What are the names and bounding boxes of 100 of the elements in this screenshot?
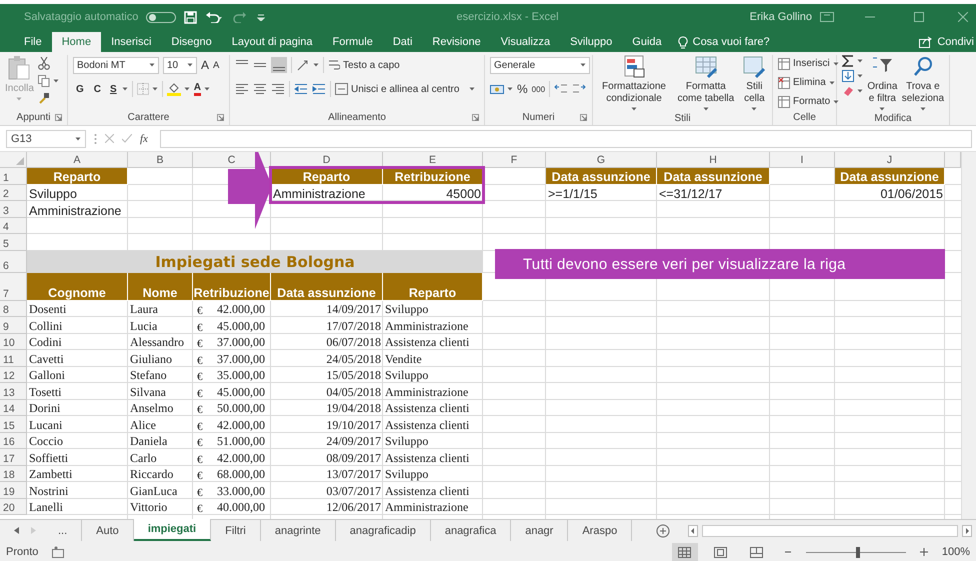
decrease-decimal-icon[interactable] [572, 83, 586, 95]
underline-button[interactable]: S [108, 84, 119, 94]
ribbon-tab[interactable]: Disegno [161, 32, 222, 52]
ribbon-tab[interactable]: Sviluppo [560, 32, 622, 52]
ribbon-button[interactable]: Elimina [778, 74, 840, 91]
table-cell[interactable]: Laura [128, 300, 193, 317]
eraser-icon[interactable] [842, 85, 854, 97]
table-cell[interactable]: Amministrazione [383, 498, 483, 515]
caret-icon[interactable] [75, 136, 81, 140]
table-cell[interactable]: Dorini [27, 400, 128, 416]
table-cell[interactable]: Stefano [128, 366, 193, 383]
user-name[interactable]: Erika Gollino [750, 11, 812, 23]
table-cell[interactable]: 04/05/2018 [271, 383, 383, 400]
table-cell[interactable]: Zambetti [27, 466, 128, 482]
wrap-text-button[interactable]: Testo a capo [328, 59, 400, 71]
table-cell[interactable]: 24/09/2017 [271, 432, 383, 449]
table-cell[interactable]: Carlo [128, 449, 193, 466]
table-cell[interactable]: 17/07/2018 [271, 317, 383, 334]
ribbon-button[interactable]: Trova e seleziona [902, 55, 944, 111]
row-header[interactable]: 7 [0, 272, 27, 300]
sheet-tab[interactable]: impiegati [134, 519, 212, 541]
share-button[interactable]: Condivi [937, 36, 974, 48]
launcher-icon[interactable] [55, 114, 62, 121]
merge-center-button[interactable]: Unisci e allinea al centro [335, 83, 476, 95]
row-header[interactable]: 17 [0, 449, 27, 466]
row-header[interactable]: 1 [0, 168, 27, 184]
column-header[interactable]: H [657, 152, 770, 168]
scroll-left-icon[interactable] [688, 524, 698, 536]
table-cell[interactable]: Assistenza clienti [383, 334, 483, 350]
amount-text[interactable]: 45.000,00 [217, 384, 265, 400]
row-header[interactable]: 6 [0, 250, 27, 272]
column-header[interactable]: A [27, 152, 128, 168]
table-cell[interactable]: Anselmo [128, 400, 193, 416]
column-header[interactable]: B [128, 152, 193, 168]
caret-icon[interactable] [313, 63, 319, 67]
ribbon-button[interactable]: Inserisci [778, 55, 840, 72]
column-header[interactable]: I [770, 152, 835, 168]
customize-icon[interactable] [257, 13, 266, 21]
amount-text[interactable]: 35.000,00 [217, 368, 265, 383]
column-header[interactable]: G [546, 152, 657, 168]
row-header[interactable]: 13 [0, 383, 27, 400]
number-format-field[interactable]: Generale [490, 56, 590, 74]
caret-icon[interactable] [857, 59, 863, 63]
caret-icon[interactable] [122, 87, 128, 91]
slider-thumb[interactable] [856, 546, 860, 558]
table-cell[interactable]: Lucani [27, 416, 128, 432]
maximize-icon[interactable] [914, 12, 924, 22]
table-cell[interactable]: 03/07/2017 [271, 482, 383, 498]
caret-icon[interactable] [580, 63, 586, 67]
caret-icon[interactable] [631, 107, 637, 111]
row-header[interactable]: 16 [0, 432, 27, 449]
amount-text[interactable]: 50.000,00 [217, 401, 265, 416]
table-cell[interactable]: Assistenza clienti [383, 482, 483, 498]
table-cell[interactable]: Silvana [128, 383, 193, 400]
table-cell[interactable]: Alessandro [128, 334, 193, 350]
table-cell[interactable]: Collini [27, 317, 128, 334]
caret-icon[interactable] [187, 63, 193, 67]
formula-field[interactable] [160, 130, 972, 148]
table-cell[interactable]: Sviluppo [27, 184, 128, 201]
amount-text[interactable]: 40.000,00 [217, 500, 265, 515]
align-right-icon[interactable] [271, 83, 285, 95]
table-cell[interactable]: Assistenza clienti [383, 449, 483, 466]
table-cell[interactable]: >=1/1/15 [546, 184, 657, 201]
table-cell[interactable]: 45000 [383, 184, 483, 201]
table-cell[interactable]: 14/09/2017 [271, 300, 383, 317]
amount-text[interactable]: 37.000,00 [217, 335, 265, 350]
table-cell[interactable]: Coccio [27, 432, 128, 449]
table-cell[interactable]: 15/05/2018 [271, 366, 383, 383]
table-cell[interactable]: 01/06/2015 [835, 184, 945, 201]
ribbon-tab[interactable]: Guida [622, 32, 672, 52]
table-cell[interactable]: Amministrazione [383, 317, 483, 334]
amount-text[interactable]: 42.000,00 [217, 418, 265, 432]
row-header[interactable]: 9 [0, 317, 27, 334]
table-cell[interactable]: Galloni [27, 366, 128, 383]
caret-icon[interactable] [920, 107, 926, 111]
ribbon-button[interactable]: Formatta come tabella [674, 55, 738, 111]
column-header[interactable]: F [483, 152, 546, 168]
table-cell[interactable]: Daniela [128, 432, 193, 449]
table-cell[interactable]: Giuliano [128, 350, 193, 366]
font-color-button[interactable]: A [194, 82, 201, 96]
cut-icon[interactable] [38, 57, 50, 70]
table-cell[interactable]: Amministrazione [271, 184, 383, 201]
launcher-icon[interactable] [580, 114, 587, 121]
sum-icon[interactable] [842, 55, 854, 67]
table-cell[interactable]: 24/05/2018 [271, 350, 383, 366]
amount-text[interactable]: 51.000,00 [217, 434, 265, 449]
amount-text[interactable]: 33.000,00 [217, 484, 265, 498]
accounting-icon[interactable] [490, 83, 504, 95]
table-cell[interactable]: <=31/12/17 [657, 184, 770, 201]
table-cell[interactable]: Nostrini [27, 482, 128, 498]
table-cell[interactable]: Amministrazione [27, 201, 128, 218]
launcher-icon[interactable] [472, 114, 479, 121]
vertical-scrollbar[interactable] [961, 152, 976, 519]
row-header[interactable]: 3 [0, 201, 27, 218]
format-painter-icon[interactable] [38, 92, 50, 104]
align-center-icon[interactable] [253, 83, 267, 95]
share-icon[interactable] [919, 36, 932, 48]
ribbon-tab[interactable]: File [14, 32, 52, 52]
table-cell[interactable]: 13/07/2017 [271, 466, 383, 482]
close-icon[interactable] [958, 12, 968, 22]
